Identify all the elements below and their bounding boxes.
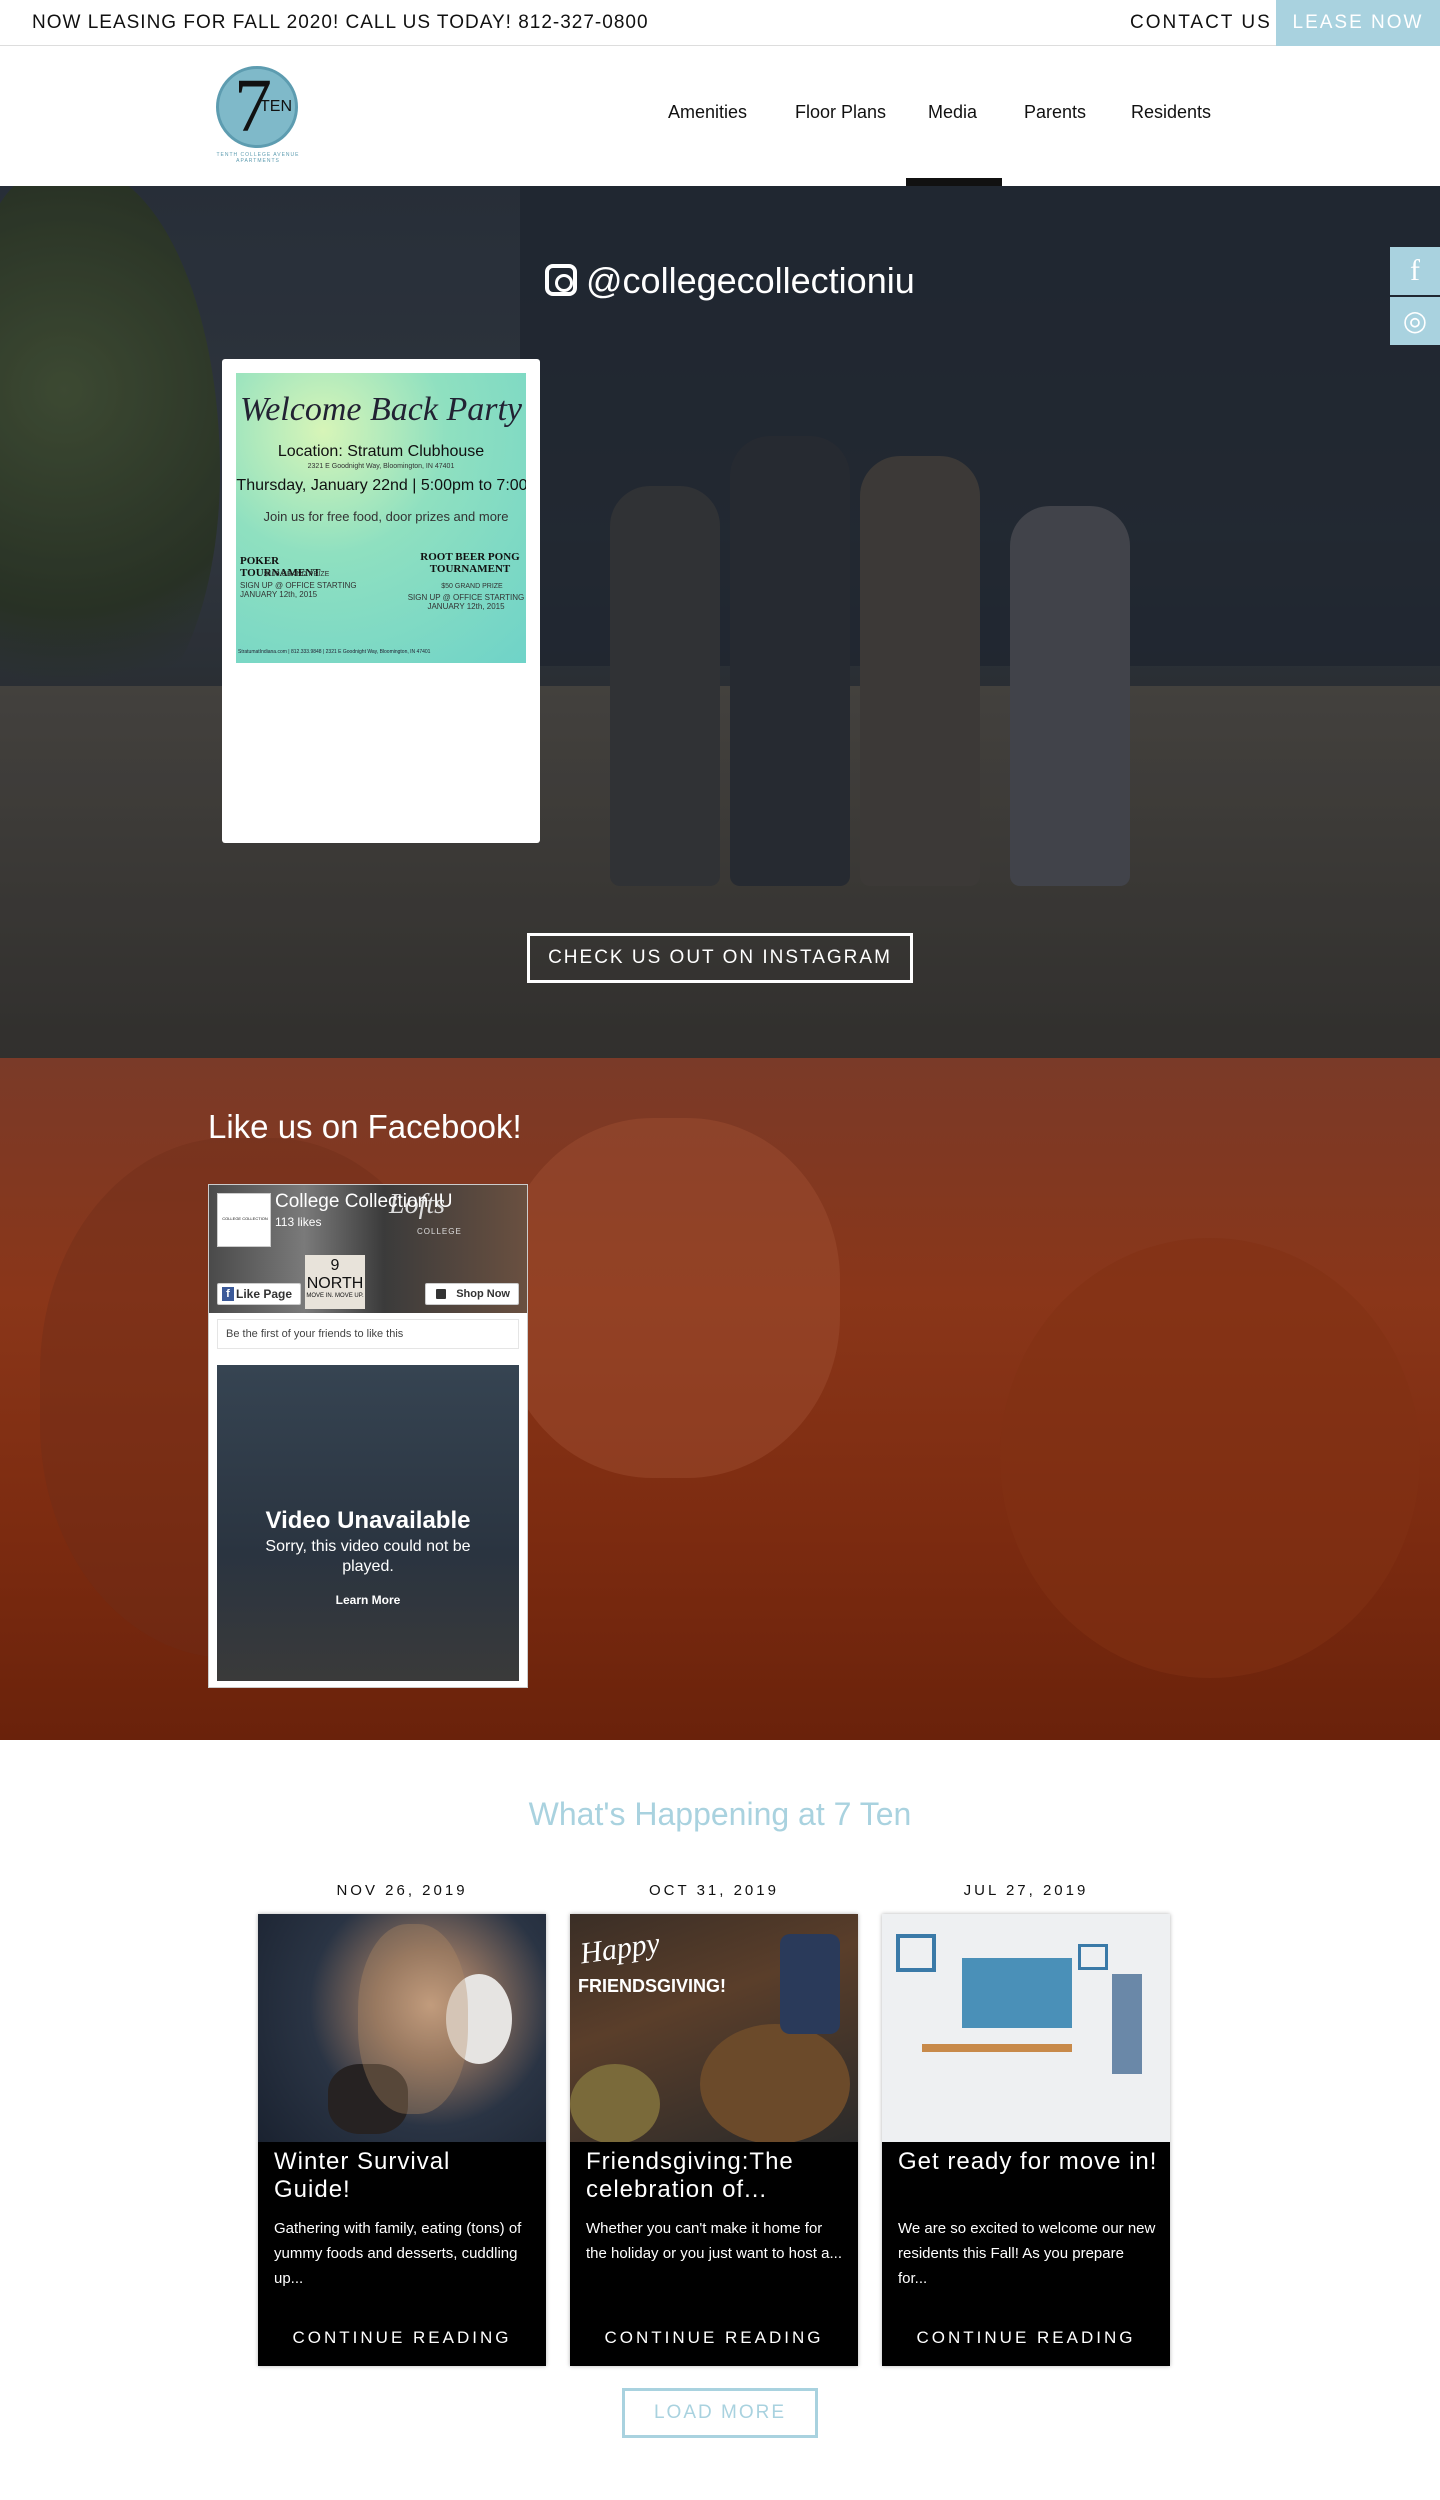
nav-media[interactable]: Media [928,102,977,123]
logo-ten: TEN [260,98,292,115]
post-title[interactable]: Winter Survival Guide! [274,2148,534,2204]
site-logo[interactable]: 7 TEN TENTH COLLEGE AVENUE APARTMENTS [214,64,302,164]
post-image[interactable] [882,1914,1170,2142]
contact-us-link[interactable]: CONTACT US [1130,12,1272,34]
post-date: JUL 27, 2019 [963,1882,1089,1899]
nav-amenities[interactable]: Amenities [668,102,747,123]
post-excerpt: We are so excited to welcome our new res… [898,2220,1156,2287]
flyer-footer: StratumatIndiana.com | 812.333.9848 | 23… [238,649,431,655]
facebook-likes-count: 113 likes [275,1215,322,1229]
instagram-icon [545,264,577,296]
cover-lofts-sub: COLLEGE [417,1227,462,1236]
salad-bowl-shape [700,2024,850,2142]
instagram-icon: ◎ [1402,305,1428,336]
image-text-friendsgiving: FRIENDSGIVING! [578,1976,727,1996]
top-bar: NOW LEASING FOR FALL 2020! CALL US TODAY… [0,0,1440,46]
post-title[interactable]: Get ready for move in! [898,2148,1158,2176]
flyer-location: Location: Stratum Clubhouse [277,443,485,460]
hair-shape [358,1924,468,2114]
facebook-video[interactable]: Video Unavailable Sorry, this video coul… [217,1365,519,1681]
post-image[interactable]: Happy FRIENDSGIVING! [570,1914,858,2142]
facebook-page-widget: Lofts COLLEGE 9 NORTH MOVE IN. MOVE UP. … [208,1184,528,1688]
facebook-cover[interactable]: Lofts COLLEGE 9 NORTH MOVE IN. MOVE UP. … [209,1185,527,1313]
facebook-section: Like us on Facebook! Lofts COLLEGE 9 NOR… [0,1058,1440,1740]
flyer-date: Thursday, January 22nd | 5:00pm to 7:00 [236,477,526,494]
flyer-address: 2321 E Goodnight Way, Bloomington, IN 47… [307,463,455,470]
post-date: NOV 26, 2019 [336,1882,468,1899]
instagram-cta-button[interactable]: CHECK US OUT ON INSTAGRAM [527,933,913,983]
lease-now-button[interactable]: LEASE NOW [1276,0,1440,46]
post-excerpt: Whether you can't make it home for the h… [586,2220,842,2262]
continue-reading-link[interactable]: CONTINUE READING [882,2328,1170,2348]
video-unavailable-title: Video Unavailable [265,1507,471,1534]
nav-floor-plans[interactable]: Floor Plans [795,102,886,123]
background-shape [500,1118,840,1478]
instagram-handle[interactable]: @collegecollectioniu [586,260,915,302]
video-learn-more-link[interactable]: Learn More [217,1593,519,1607]
nav-parents[interactable]: Parents [1024,102,1086,123]
instagram-section: @collegecollectioniu Welcome Back Party … [0,186,1440,1058]
facebook-page-name[interactable]: College Collection IU [275,1191,452,1213]
flyer-right-event: ROOT BEER PONG TOURNAMENT [420,551,520,575]
facebook-like-page-button[interactable]: Like Page [217,1283,301,1305]
blog-post-card[interactable]: Get ready for move in! We are so excited… [882,1914,1170,2366]
facebook-shop-now-button[interactable]: Shop Now [425,1283,519,1305]
world-map-shape [962,1958,1072,2028]
leasing-announcement: NOW LEASING FOR FALL 2020! CALL US TODAY… [32,12,649,33]
image-text-happy: Happy [578,1926,662,1971]
background-shape [1000,1238,1420,1678]
continue-reading-link[interactable]: CONTINUE READING [258,2328,546,2348]
flyer-right-prize: $50 GRAND PRIZE [441,583,503,590]
continue-reading-link[interactable]: CONTINUE READING [570,2328,858,2348]
facebook-icon: f [1410,254,1420,287]
instagram-post-image[interactable]: Welcome Back Party Location: Stratum Clu… [236,373,526,663]
pitcher-shape [780,1934,840,2034]
flyer-title: Welcome Back Party [240,391,522,428]
facebook-page-thumbnail[interactable]: COLLEGE COLLECTION [217,1193,271,1247]
site-header: 7 TEN TENTH COLLEGE AVENUE APARTMENTS Am… [0,46,1440,186]
frame-shape [896,1934,936,1972]
north-name: NORTH [306,1275,364,1292]
instagram-post-card[interactable]: Welcome Back Party Location: Stratum Clu… [222,359,540,843]
load-more-button[interactable]: LOAD MORE [622,2388,818,2438]
cover-9-north: 9 NORTH MOVE IN. MOVE UP. [305,1255,365,1309]
flyer-tagline: Join us for free food, door prizes and m… [263,509,509,524]
post-date: OCT 31, 2019 [649,1882,779,1899]
nav-active-indicator [906,178,1002,186]
facebook-friends-like-text: Be the first of your friends to like thi… [217,1319,519,1349]
shirt-shape [1112,1974,1142,2074]
video-unavailable-message: Sorry, this video could not be played. [265,1538,471,1575]
blog-heading: What's Happening at 7 Ten [528,1796,912,1832]
flyer-left-signup: SIGN UP @ OFFICE STARTING JANUARY 12th, … [240,581,357,599]
side-instagram-button[interactable]: ◎ [1390,297,1440,345]
thumb-text: COLLEGE COLLECTION [222,1216,268,1221]
nav-residents[interactable]: Residents [1131,102,1211,123]
flyer-right-signup: SIGN UP @ OFFICE STARTING JANUARY 12th, … [407,593,525,611]
blog-post-card[interactable]: Winter Survival Guide! Gathering with fa… [258,1914,546,2366]
blog-post-card[interactable]: Happy FRIENDSGIVING! Friendsgiving:The c… [570,1914,858,2366]
side-facebook-button[interactable]: f [1390,247,1440,295]
dish-shape [570,2064,660,2142]
post-image[interactable] [258,1914,546,2142]
post-excerpt: Gathering with family, eating (tons) of … [274,2220,522,2287]
frame-shape [1078,1944,1108,1970]
north-number: 9 [330,1257,340,1274]
desk-shape [922,2044,1072,2052]
facebook-heading: Like us on Facebook! [208,1108,522,1145]
flyer-left-prize: $100 GRAND PRIZE [264,571,330,578]
dark-overlay [0,186,1440,1058]
post-title[interactable]: Friendsgiving:The celebration of... [586,2148,846,2204]
north-tagline: MOVE IN. MOVE UP. [306,1293,364,1299]
logo-subtitle: TENTH COLLEGE AVENUE APARTMENTS [216,152,300,164]
